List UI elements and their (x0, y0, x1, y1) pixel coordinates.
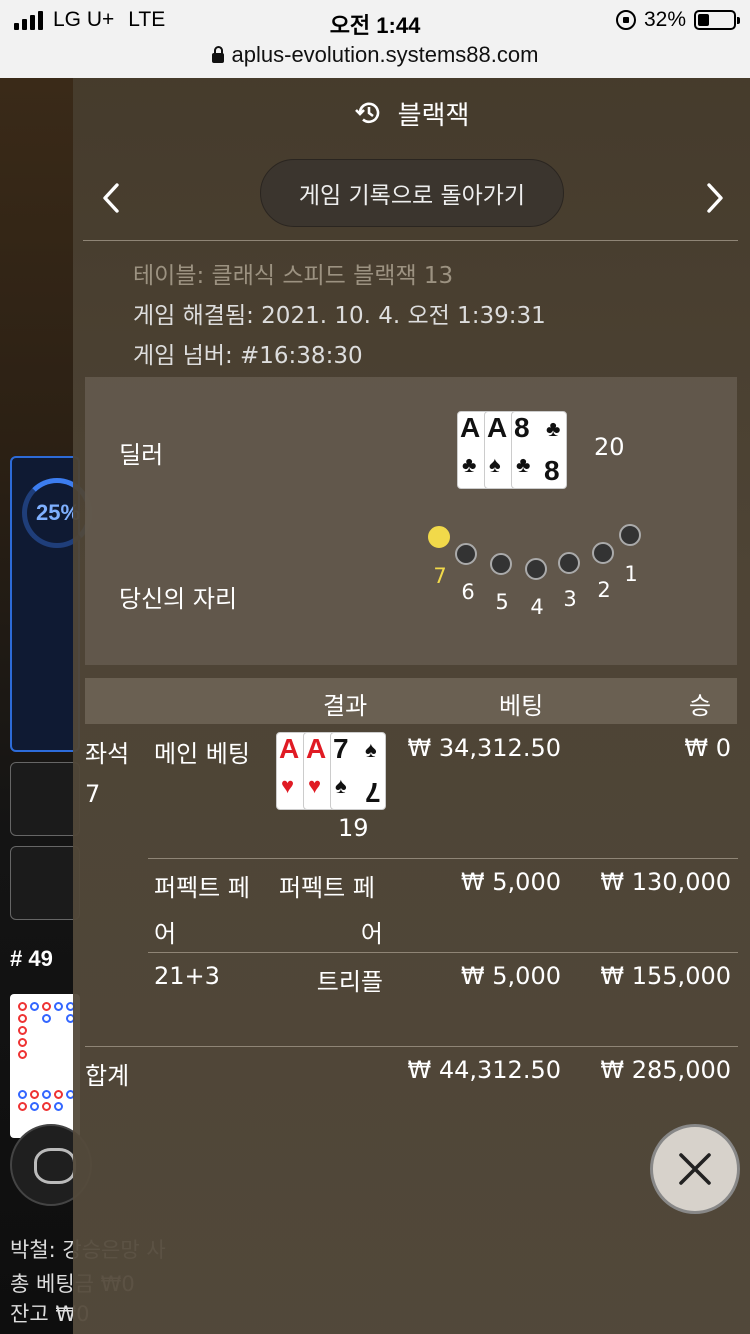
seat-number-3: 3 (563, 587, 577, 611)
close-icon (679, 1153, 711, 1185)
seat-number-7: 7 (433, 564, 447, 588)
rotation-lock-icon (615, 10, 636, 30)
resolved-time: 게임 해결됨: 2021. 10. 4. 오전 1:39:31 (133, 303, 546, 329)
player-total: 19 (338, 814, 369, 842)
row-divider (85, 1046, 738, 1047)
main-win-amount: ₩ 0 (684, 734, 731, 762)
status-bar: LG U+ LTE 오전 1:44 32% (0, 0, 750, 42)
round-number: # 49 (10, 946, 53, 971)
history-panel: 블랙잭 게임 기록으로 돌아가기 테이블: 클래식 스피드 블랙잭 13 게임 … (73, 78, 750, 1334)
chevron-right-icon[interactable] (693, 178, 733, 218)
side-bet-label: 21+3 (154, 962, 220, 990)
col-result: 결과 (323, 692, 368, 720)
panel-header: 블랙잭 (73, 78, 750, 148)
playing-card: 8 ♣ ♣ 8 (511, 411, 567, 489)
seat-dot-4 (525, 558, 547, 580)
dealer-label: 딜러 (119, 441, 164, 469)
main-bet-label: 메인 베팅 (154, 740, 250, 768)
table-name: 테이블: 클래식 스피드 블랙잭 13 (133, 263, 454, 289)
bonus-button[interactable] (10, 762, 80, 836)
seat-word: 좌석 (85, 740, 130, 768)
history-icon (354, 102, 379, 124)
battery-icon (694, 10, 740, 30)
player-pair-button[interactable] (10, 846, 80, 920)
summary-label: 합계 (85, 1062, 130, 1090)
seat-number-6: 6 (461, 580, 475, 604)
seat-dot-7 (428, 526, 450, 548)
seat-number-5: 5 (495, 590, 509, 614)
status-right: 32% (615, 8, 740, 32)
perfect-pair-result-2: 어 (360, 920, 383, 948)
side-bet-result: 트리플 (316, 968, 383, 996)
results-table-header: 결과 베팅 승 (85, 678, 737, 724)
perfect-pair-result-1: 퍼펙트 페 (279, 874, 375, 902)
divider (83, 240, 738, 241)
side-bet-amount: ₩ 5,000 (460, 962, 561, 990)
seat-dot-1 (619, 524, 641, 546)
col-win: 승 (689, 692, 712, 720)
lock-icon (211, 46, 224, 63)
close-button[interactable] (650, 1124, 740, 1214)
perfect-pair-bet: ₩ 5,000 (460, 868, 561, 896)
perfect-pair-win: ₩ 130,000 (600, 868, 731, 896)
dealer-cards: A ♣ A ♠ 8 ♣ ♣ 8 (457, 411, 567, 489)
perfect-pair-label-1: 퍼펙트 페 (154, 874, 250, 902)
seat-number-2: 2 (597, 578, 611, 602)
back-to-history-button[interactable]: 게임 기록으로 돌아가기 (260, 159, 564, 227)
seat-dot-3 (558, 552, 580, 574)
player-cards: A ♥ A ♥ 7 ♠ ♠ 7 (276, 732, 386, 810)
address-bar[interactable]: aplus-evolution.systems88.com (0, 42, 750, 78)
seat-label: 당신의 자리 (119, 585, 238, 613)
panel-title: 블랙잭 (397, 100, 470, 131)
seat-number-1: 1 (624, 562, 638, 586)
col-bet: 베팅 (499, 692, 544, 720)
row-divider (148, 952, 738, 953)
summary-bet: ₩ 44,312.50 (407, 1056, 561, 1084)
dealer-total: 20 (594, 433, 625, 461)
battery-percent: 32% (643, 8, 686, 31)
summary-win: ₩ 285,000 (600, 1056, 731, 1084)
side-bet-win: ₩ 155,000 (600, 962, 731, 990)
main-bet-amount: ₩ 34,312.50 (407, 734, 561, 762)
perfect-pair-label-2: 어 (154, 920, 177, 948)
row-divider (148, 858, 738, 859)
seat-dot-2 (592, 542, 614, 564)
scoreboard-road (10, 994, 80, 1138)
seat-number: 7 (85, 780, 101, 808)
seat-dot-5 (490, 553, 512, 575)
seat-number-4: 4 (530, 595, 544, 619)
chevron-left-icon[interactable] (93, 178, 133, 218)
hand-board: 딜러 A ♣ A ♠ 8 ♣ ♣ 8 20 당신의 자리 7654321 (85, 377, 737, 665)
url-text: aplus-evolution.systems88.com (231, 42, 539, 67)
seat-dot-6 (455, 543, 477, 565)
game-number: 게임 넘버: #16:38:30 (133, 343, 363, 369)
